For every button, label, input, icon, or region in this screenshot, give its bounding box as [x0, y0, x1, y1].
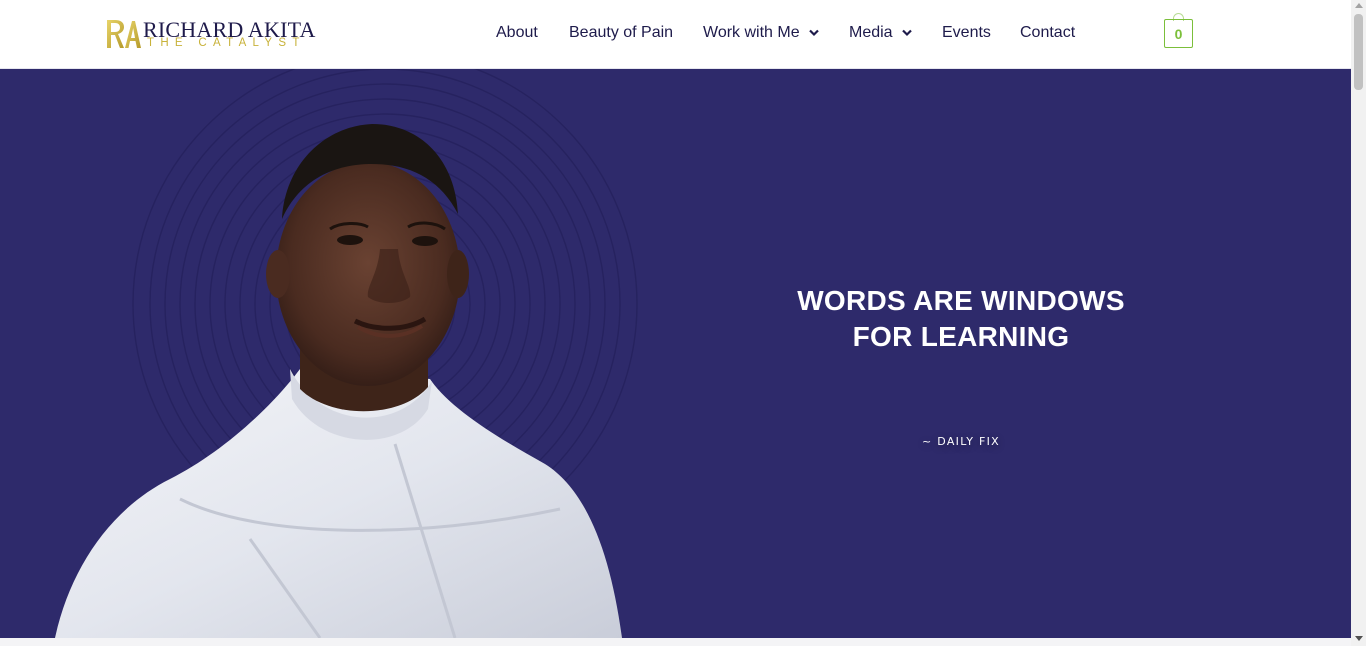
hero-quote: WORDS ARE WINDOWS FOR LEARNING [761, 283, 1161, 355]
nav-contact[interactable]: Contact [1020, 22, 1075, 44]
logo-tagline: THE CATALYST [147, 37, 306, 49]
nav-label: Contact [1020, 24, 1076, 41]
site-logo[interactable]: RICHARD AKITA THE CATALYST [105, 17, 315, 51]
nav-beauty-of-pain[interactable]: Beauty of Pain [569, 22, 673, 44]
cart-count: 0 [1174, 25, 1183, 42]
portrait-image [55, 124, 622, 638]
nav-media[interactable]: Media [849, 22, 912, 44]
nav-label: Work with Me [703, 24, 800, 41]
nav-label: Media [849, 24, 893, 41]
ra-monogram-icon [107, 20, 141, 48]
scroll-down-arrow-icon[interactable] [1355, 636, 1363, 641]
quote-line-1: WORDS ARE WINDOWS [797, 285, 1125, 316]
quote-source: ~ DAILY FIX [921, 435, 1001, 448]
nav-events[interactable]: Events [942, 22, 991, 44]
chevron-down-icon [901, 29, 912, 37]
page-scrollbar[interactable] [1351, 0, 1366, 646]
next-section-edge [0, 638, 1351, 646]
quote-line-2: FOR LEARNING [852, 321, 1070, 352]
nav-label: Beauty of Pain [569, 24, 674, 41]
nav-label: About [496, 24, 538, 41]
nav-work-with-me[interactable]: Work with Me [703, 22, 819, 44]
nav-about[interactable]: About [496, 22, 538, 44]
site-header: RICHARD AKITA THE CATALYST About Beauty … [0, 0, 1351, 69]
chevron-down-icon [808, 29, 819, 37]
scroll-up-arrow-icon[interactable] [1355, 3, 1363, 8]
cart-button[interactable]: 0 [1164, 19, 1193, 48]
nav-label: Events [942, 24, 991, 41]
hero-section: WORDS ARE WINDOWS FOR LEARNING ~ DAILY F… [0, 69, 1351, 638]
scroll-thumb[interactable] [1354, 14, 1363, 90]
